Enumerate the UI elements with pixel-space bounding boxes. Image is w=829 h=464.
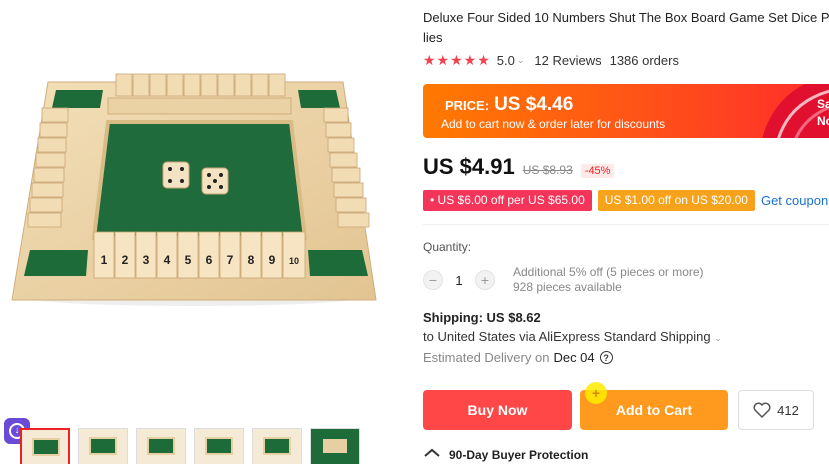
action-buttons: Buy Now + Add to Cart 412 (423, 382, 814, 430)
board-number: 5 (185, 253, 192, 267)
buyer-protection[interactable]: 90-Day Buyer Protection (423, 448, 588, 462)
get-coupons-link[interactable]: Get coupon (761, 193, 828, 208)
product-title: Deluxe Four Sided 10 Numbers Shut The Bo… (423, 10, 829, 45)
board-number: 3 (143, 253, 150, 267)
board-number: 6 (206, 253, 213, 267)
help-icon[interactable]: ? (599, 351, 613, 364)
current-price: US $4.91 (423, 154, 515, 179)
select-coupon[interactable]: US $1.00 off on US $20.00 (597, 190, 755, 211)
promo-price: US $4.46 (494, 94, 574, 115)
quantity-stepper: − 1 + Additional 5% off (5 pieces or mor… (423, 265, 704, 295)
board-number: 2 (122, 253, 129, 267)
divider (423, 224, 829, 225)
shipping-cost: Shipping: US $8.62 (423, 310, 541, 325)
buy-now-button[interactable]: Buy Now (423, 390, 572, 430)
board-number: 7 (227, 253, 234, 267)
chevron-down-icon[interactable]: ⌄ (517, 55, 525, 66)
price-block: US $4.91 US $8.93 -45% (423, 154, 615, 180)
decrease-quantity-button[interactable]: − (423, 270, 443, 290)
product-panel: Deluxe Four Sided 10 Numbers Shut The Bo… (423, 0, 829, 464)
promo-subtitle: Add to cart now & order later for discou… (441, 117, 666, 131)
quantity-info: Additional 5% off (5 pieces or more) 928… (513, 265, 704, 295)
shield-icon (424, 448, 440, 457)
promo-price-label: PRICE: (445, 98, 490, 113)
coupon-row: • US $6.00 off per US $65.00 US $1.00 of… (423, 190, 828, 211)
thumbnail[interactable] (194, 428, 244, 464)
main-product-image[interactable]: 1 2 3 4 5 6 7 8 9 10 (8, 70, 378, 310)
reviews-link[interactable]: 12 Reviews (534, 53, 601, 68)
image-gallery: 1 2 3 4 5 6 7 8 9 10 ↓ (0, 0, 410, 464)
board-number: 1 (101, 253, 108, 267)
delivery-date: Dec 04 (553, 350, 595, 365)
rating-value[interactable]: 5.0 (497, 53, 515, 68)
bulk-discount-text: Additional 5% off (5 pieces or more) (513, 265, 704, 279)
thumbnail-strip (20, 428, 360, 464)
stock-available-text: 928 pieces available (513, 280, 622, 294)
discount-badge: -45% (580, 164, 615, 178)
promo-swirl-icon (762, 84, 829, 138)
original-price: US $8.93 (522, 163, 573, 177)
thumbnail[interactable] (252, 428, 302, 464)
thumbnail[interactable] (20, 428, 70, 464)
board-number: 10 (289, 256, 299, 266)
quantity-label: Quantity: (423, 240, 472, 254)
wishlist-count: 412 (777, 402, 799, 418)
promo-banner: PRICE: US $4.46 Add to cart now & order … (423, 84, 829, 138)
board-number: 4 (164, 253, 171, 267)
add-to-cart-button[interactable]: + Add to Cart (580, 382, 728, 430)
quantity-value[interactable]: 1 (443, 273, 475, 288)
board-number: 9 (269, 253, 276, 267)
orders-count: 1386 orders (609, 53, 679, 68)
thumbnail[interactable] (310, 428, 360, 464)
thumbnail[interactable] (136, 428, 186, 464)
increase-quantity-button[interactable]: + (475, 270, 495, 290)
shipping-method[interactable]: to United States via AliExpress Standard… (423, 329, 722, 344)
star-rating-icon: ★★★★★ (423, 52, 491, 68)
promo-side-text: Sa No (817, 97, 829, 128)
delivery-label: Estimated Delivery on (423, 350, 550, 365)
heart-icon (753, 402, 771, 418)
store-coupon[interactable]: • US $6.00 off per US $65.00 (423, 190, 592, 211)
chevron-down-icon: ⌄ (714, 333, 722, 343)
wishlist-button[interactable]: 412 (738, 390, 814, 430)
estimated-delivery: Estimated Delivery on Dec 04 ? (423, 350, 613, 365)
cursor-indicator-icon: + (585, 382, 607, 404)
board-number: 8 (248, 253, 255, 267)
rating-row: ★★★★★ 5.0 ⌄ 12 Reviews 1386 orders (423, 52, 679, 69)
thumbnail[interactable] (78, 428, 128, 464)
